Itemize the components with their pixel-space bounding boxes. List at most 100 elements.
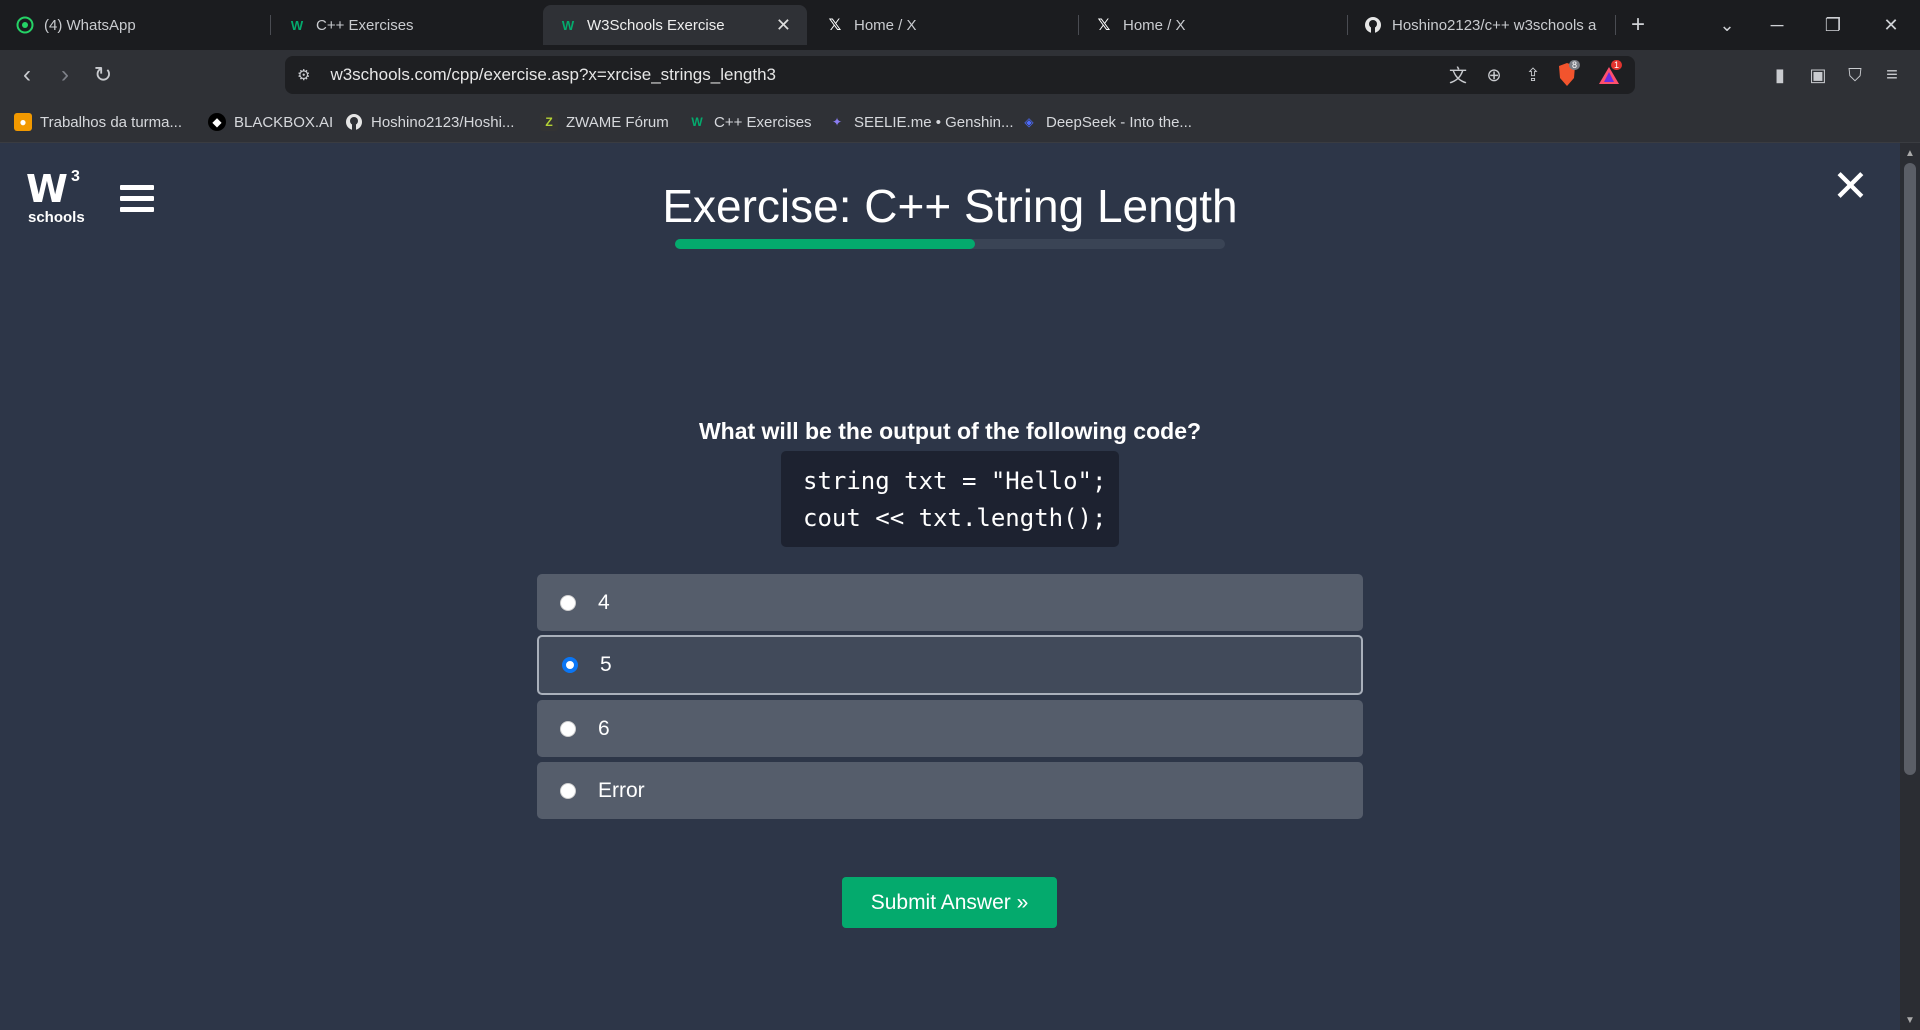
code-line: string txt = "Hello";	[803, 467, 1107, 495]
menu-icon[interactable]: ≡	[1877, 60, 1907, 90]
answer-option-error[interactable]: Error	[537, 762, 1363, 819]
bookmark-label: SEELIE.me • Genshin...	[854, 113, 1014, 131]
minimize-icon[interactable]: ─	[1762, 10, 1792, 40]
progress-fill	[675, 239, 975, 249]
bookmark-label: ZWAME Fórum	[566, 113, 669, 131]
browser-toolbar: ‹ › ↻ ⚙ w3schools.com/cpp/exercise.asp?x…	[0, 50, 1920, 100]
bookmark-label: DeepSeek - Into the...	[1046, 113, 1192, 131]
code-snippet: string txt = "Hello"; cout << txt.length(…	[781, 451, 1119, 547]
forward-icon[interactable]: ›	[50, 60, 80, 90]
brave-shield-count: 8	[1569, 60, 1581, 70]
seelie-icon: ✦	[831, 115, 843, 129]
close-tab-icon[interactable]: ✕	[776, 15, 791, 36]
new-tab-button[interactable]: +	[1623, 10, 1653, 40]
answer-option-4[interactable]: 4	[537, 574, 1363, 631]
bookmark-label: C++ Exercises	[714, 113, 812, 131]
reload-icon[interactable]: ↻	[88, 60, 118, 90]
radio-button[interactable]	[562, 657, 578, 673]
translate-icon[interactable]: 文	[1445, 64, 1471, 86]
page-scrollbar[interactable]: ▲ ▼	[1900, 143, 1920, 1030]
bookmark-item[interactable]: ◆ BLACKBOX.AI	[208, 110, 333, 134]
answer-option-6[interactable]: 6	[537, 700, 1363, 757]
tab-whatsapp[interactable]: (4) WhatsApp	[0, 5, 270, 45]
scroll-down-arrow-icon[interactable]: ▼	[1900, 1012, 1920, 1028]
logo-mark: W	[26, 167, 68, 211]
tab-title: Home / X	[1123, 16, 1186, 34]
scroll-thumb[interactable]	[1904, 163, 1916, 775]
deepseek-icon: ◈	[1024, 115, 1034, 129]
scroll-up-arrow-icon[interactable]: ▲	[1900, 145, 1920, 161]
tab-title: Home / X	[854, 16, 917, 34]
progress-bar	[675, 239, 1225, 249]
vpn-shield-icon[interactable]: ⛉	[1840, 60, 1870, 90]
url-text: w3schools.com/cpp/exercise.asp?x=xrcise_…	[330, 65, 776, 84]
answer-option-5[interactable]: 5	[537, 635, 1363, 695]
tab-list-chevron-down-icon[interactable]: ⌄	[1712, 10, 1742, 40]
tab-strip: (4) WhatsApp W C++ Exercises W W3Schools…	[0, 0, 1920, 50]
tab-github[interactable]: Hoshino2123/c++ w3schools a	[1348, 5, 1616, 45]
bookmark-item[interactable]: Hoshino2123/Hoshi...	[345, 110, 514, 134]
bookmark-label: BLACKBOX.AI	[234, 113, 334, 131]
bookmark-item[interactable]: ✦ SEELIE.me • Genshin...	[828, 110, 1014, 134]
tab-title: Hoshino2123/c++ w3schools a	[1392, 16, 1597, 34]
tab-w3schools-exercise[interactable]: W W3Schools Exercise ✕	[543, 5, 807, 45]
hamburger-menu-icon[interactable]	[120, 185, 154, 213]
bookmark-label: Trabalhos da turma...	[40, 113, 183, 131]
zoom-icon[interactable]: ⊕	[1481, 64, 1507, 86]
bookmark-item[interactable]: ◈ DeepSeek - Into the...	[1020, 110, 1192, 134]
tab-cpp-exercises[interactable]: W C++ Exercises	[272, 5, 542, 45]
x-icon: 𝕏	[828, 17, 842, 34]
question-text: What will be the output of the following…	[698, 418, 1202, 444]
page-title: Exercise: C++ String Length	[662, 180, 1238, 232]
new-tab-label: +	[1630, 11, 1645, 38]
bookmark-item[interactable]: ● Trabalhos da turma...	[14, 110, 182, 134]
tab-separator	[1615, 15, 1616, 35]
tab-title: (4) WhatsApp	[44, 16, 136, 34]
github-icon	[1364, 16, 1382, 34]
bookmarks-bar: ● Trabalhos da turma... ◆ BLACKBOX.AI Ho…	[0, 100, 1920, 143]
radio-button[interactable]	[560, 782, 576, 799]
w3schools-icon: W	[290, 17, 304, 33]
exercise-page: W 3 schools Exercise: C++ String Length …	[0, 143, 1900, 1030]
classroom-icon: ●	[14, 113, 32, 131]
x-icon: 𝕏	[1097, 17, 1111, 34]
rewards-count: 1	[1611, 60, 1623, 70]
github-icon	[345, 113, 363, 131]
zwame-icon: Z	[540, 113, 558, 131]
logo-superscript: 3	[71, 168, 80, 185]
browser-chrome: (4) WhatsApp W C++ Exercises W W3Schools…	[0, 0, 1920, 143]
window-close-icon[interactable]: ✕	[1876, 10, 1906, 40]
radio-button[interactable]	[560, 720, 576, 737]
w3schools-icon: W	[691, 115, 703, 129]
submit-answer-button[interactable]: Submit Answer »	[842, 877, 1057, 928]
tab-separator	[270, 15, 271, 35]
address-bar[interactable]: ⚙ w3schools.com/cpp/exercise.asp?x=xrcis…	[285, 56, 1635, 94]
share-icon[interactable]: ⇪	[1520, 64, 1546, 86]
close-icon[interactable]: ✕	[1832, 165, 1869, 209]
option-label: Error	[598, 778, 645, 802]
w3schools-logo[interactable]: W 3 schools	[26, 167, 86, 226]
option-label: 4	[598, 590, 610, 614]
w3schools-icon: W	[561, 17, 575, 33]
brave-rewards-icon[interactable]: 1	[1597, 60, 1623, 88]
tab-home-x-2[interactable]: 𝕏 Home / X	[1079, 5, 1347, 45]
code-line: cout << txt.length();	[803, 504, 1107, 532]
wallet-icon[interactable]: ▣	[1803, 60, 1833, 90]
restore-icon[interactable]: ❐	[1818, 10, 1848, 40]
bookmark-item[interactable]: Z ZWAME Fórum	[540, 110, 669, 134]
option-label: 6	[598, 716, 610, 740]
tab-title: C++ Exercises	[316, 16, 414, 34]
site-settings-icon[interactable]: ⚙	[297, 66, 310, 84]
option-label: 5	[600, 653, 612, 676]
tab-home-x-1[interactable]: 𝕏 Home / X	[810, 5, 1078, 45]
back-icon[interactable]: ‹	[12, 60, 42, 90]
bookmark-label: Hoshino2123/Hoshi...	[371, 113, 515, 131]
brave-shield-icon[interactable]: 8	[1555, 60, 1581, 88]
radio-button[interactable]	[560, 594, 576, 611]
whatsapp-icon	[16, 16, 34, 34]
tab-title: W3Schools Exercise	[587, 16, 725, 34]
blackbox-icon: ◆	[208, 113, 226, 131]
logo-text: schools	[28, 209, 85, 226]
bookmark-item[interactable]: W C++ Exercises	[688, 110, 812, 134]
sidebar-icon[interactable]: ▮	[1765, 60, 1795, 90]
